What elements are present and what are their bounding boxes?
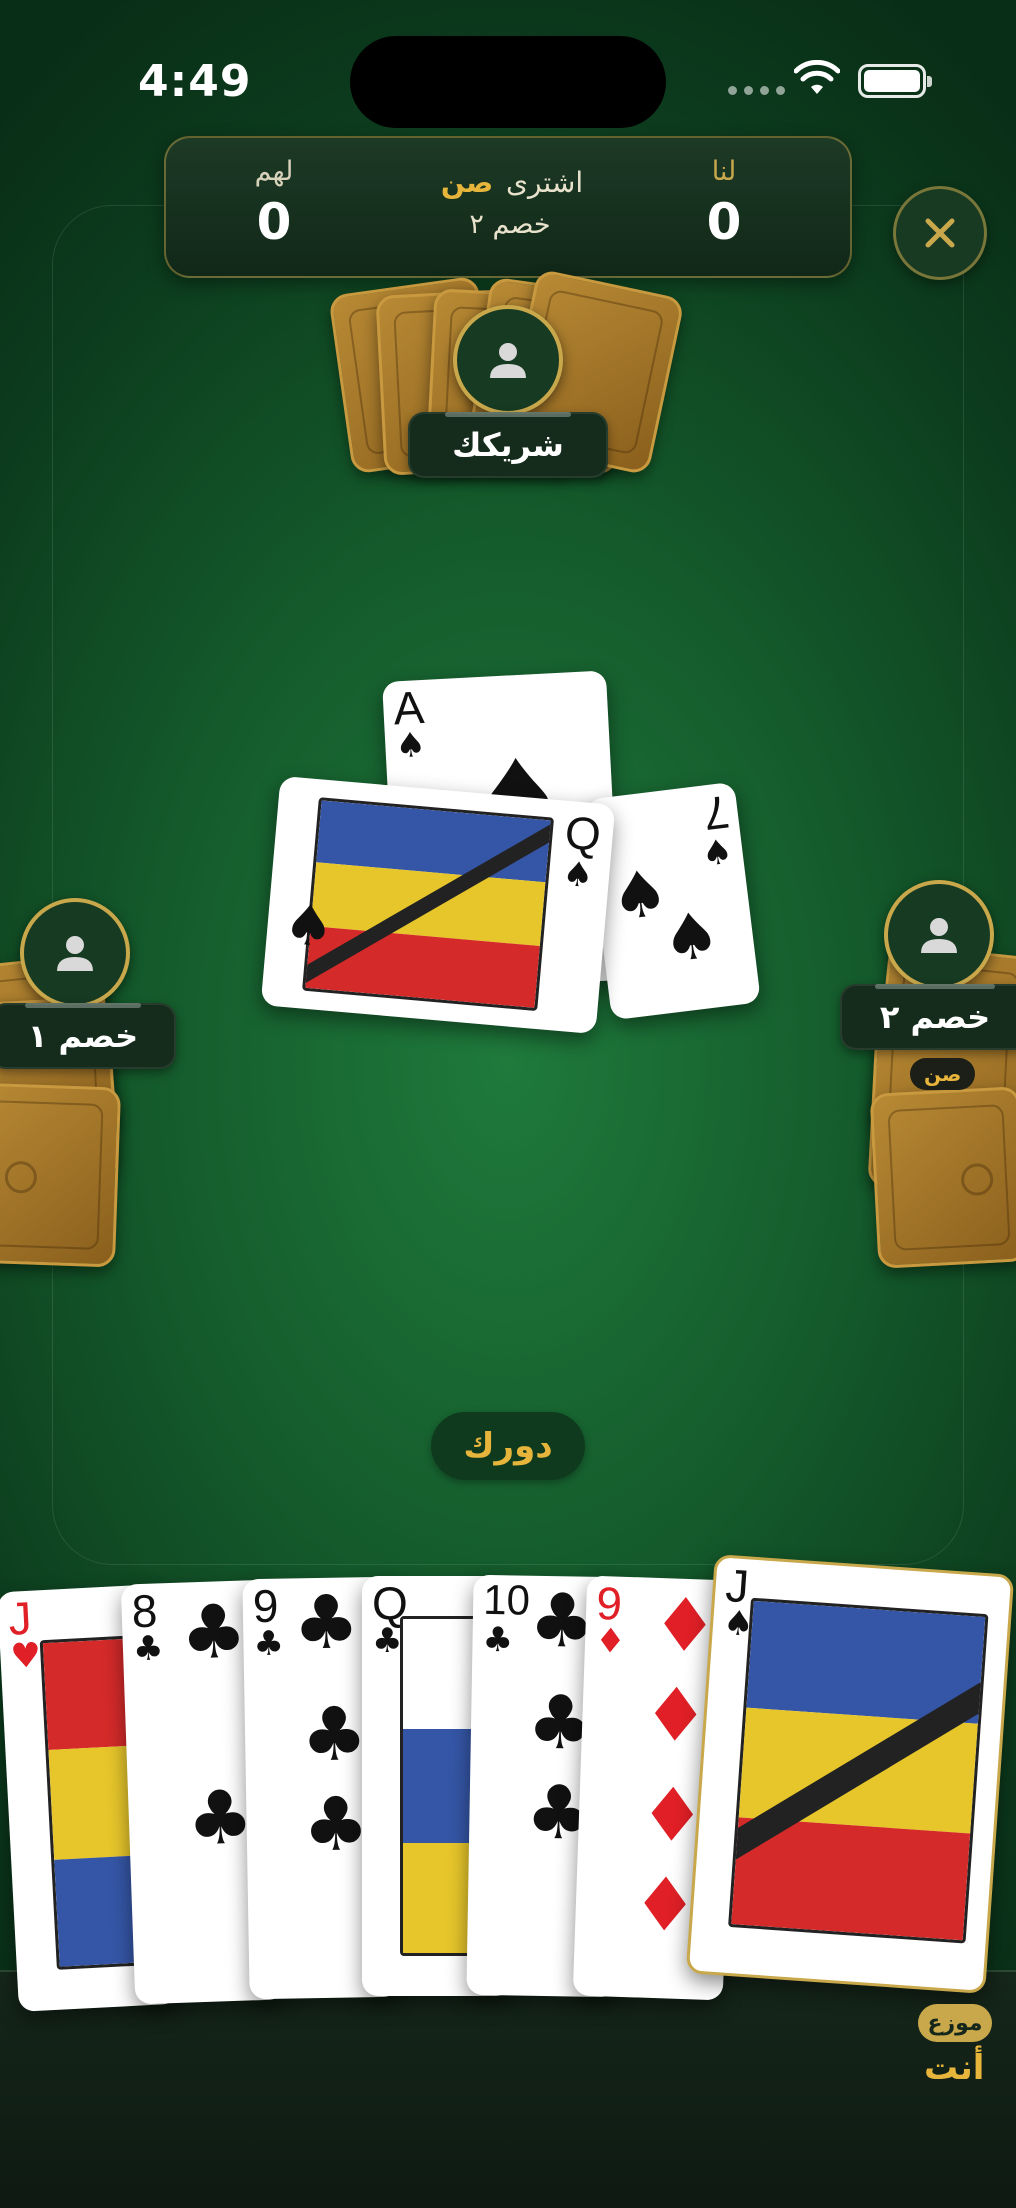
card-back bbox=[869, 1086, 1016, 1269]
us-score: 0 bbox=[706, 193, 742, 251]
card-suit: ♥ bbox=[9, 1635, 42, 1677]
card-rank: 7 bbox=[700, 785, 733, 841]
contract-type: صن bbox=[440, 166, 494, 199]
hand-card-selected[interactable]: J ♠ bbox=[685, 1554, 1015, 1994]
you-label: أنت bbox=[924, 2048, 985, 2088]
score-panel: لنا 0 اشترى صن خصم ٢ لهم 0 bbox=[164, 136, 852, 278]
card-rank: J bbox=[7, 1591, 33, 1645]
dealer-chip: موزع bbox=[918, 2004, 992, 2042]
jack-of-spades-artwork bbox=[728, 1597, 989, 1944]
person-icon bbox=[490, 343, 526, 378]
status-time: 4:49 bbox=[138, 56, 252, 107]
diamond-icon: ♦ bbox=[641, 1671, 711, 1760]
card-rank: Q bbox=[562, 805, 603, 861]
person-icon bbox=[921, 918, 957, 953]
card-suit: ♣ bbox=[482, 1619, 514, 1661]
contract-prefix: اشترى bbox=[506, 166, 584, 199]
turn-indicator: دورك bbox=[431, 1412, 585, 1480]
close-button[interactable] bbox=[893, 186, 987, 280]
wifi-icon bbox=[794, 60, 840, 94]
card-suit: ♣ bbox=[132, 1628, 165, 1670]
left-opponent-name: خصم ١ bbox=[0, 1003, 176, 1069]
right-opponent-contract-chip: صن bbox=[910, 1058, 976, 1090]
card-suit: ♦ bbox=[594, 1620, 627, 1662]
club-icon: ♣ bbox=[178, 1588, 249, 1677]
person-icon bbox=[57, 936, 93, 971]
left-opponent-avatar[interactable] bbox=[20, 898, 130, 1008]
them-score: 0 bbox=[256, 193, 292, 251]
them-label: لهم bbox=[254, 156, 294, 187]
right-opponent-avatar[interactable] bbox=[884, 880, 994, 990]
card-suit: ♠ bbox=[394, 724, 427, 767]
battery-icon bbox=[858, 64, 932, 98]
club-icon: ♣ bbox=[301, 1781, 370, 1869]
partner-name: شريكك bbox=[408, 412, 608, 478]
cellular-signal-icon bbox=[728, 86, 785, 95]
card-suit: ♠ bbox=[699, 831, 735, 875]
card-back bbox=[0, 1082, 122, 1268]
contract-buyer: خصم ٢ bbox=[469, 209, 551, 240]
contract-info: اشترى صن خصم ٢ bbox=[360, 166, 660, 240]
club-icon: ♣ bbox=[185, 1774, 255, 1863]
club-icon: ♣ bbox=[292, 1579, 361, 1667]
them-score-group: لهم 0 bbox=[214, 156, 334, 251]
card-suit: ♠ bbox=[560, 853, 595, 897]
queen-of-spades-artwork bbox=[302, 797, 555, 1012]
partner-avatar[interactable] bbox=[453, 305, 563, 415]
player-hand: J ♥ 8 ♣ ♣ ♣ 9 ♣ ♣ ♣ ♣ Q ♣ 10 ♣ ♣ ♣ ♣ 9 ♦ bbox=[0, 1554, 1016, 2208]
card-rank: 8 bbox=[130, 1584, 159, 1638]
trick-card: Q ♠ ♠ bbox=[260, 775, 616, 1035]
right-opponent-name: خصم ٢ bbox=[840, 984, 1016, 1050]
close-icon bbox=[925, 218, 955, 248]
card-suit: ♣ bbox=[372, 1621, 403, 1661]
card-rank: 9 bbox=[252, 1579, 279, 1633]
card-rank: 9 bbox=[595, 1576, 623, 1630]
dynamic-island bbox=[350, 36, 666, 128]
card-suit: ♣ bbox=[253, 1623, 285, 1665]
card-rank: 10 bbox=[482, 1575, 531, 1624]
spade-icon: ♠ bbox=[280, 891, 337, 961]
spade-icon: ♠ bbox=[658, 897, 725, 979]
us-label: لنا bbox=[711, 156, 737, 187]
us-score-group: لنا 0 bbox=[664, 156, 784, 251]
club-icon: ♣ bbox=[300, 1691, 369, 1779]
